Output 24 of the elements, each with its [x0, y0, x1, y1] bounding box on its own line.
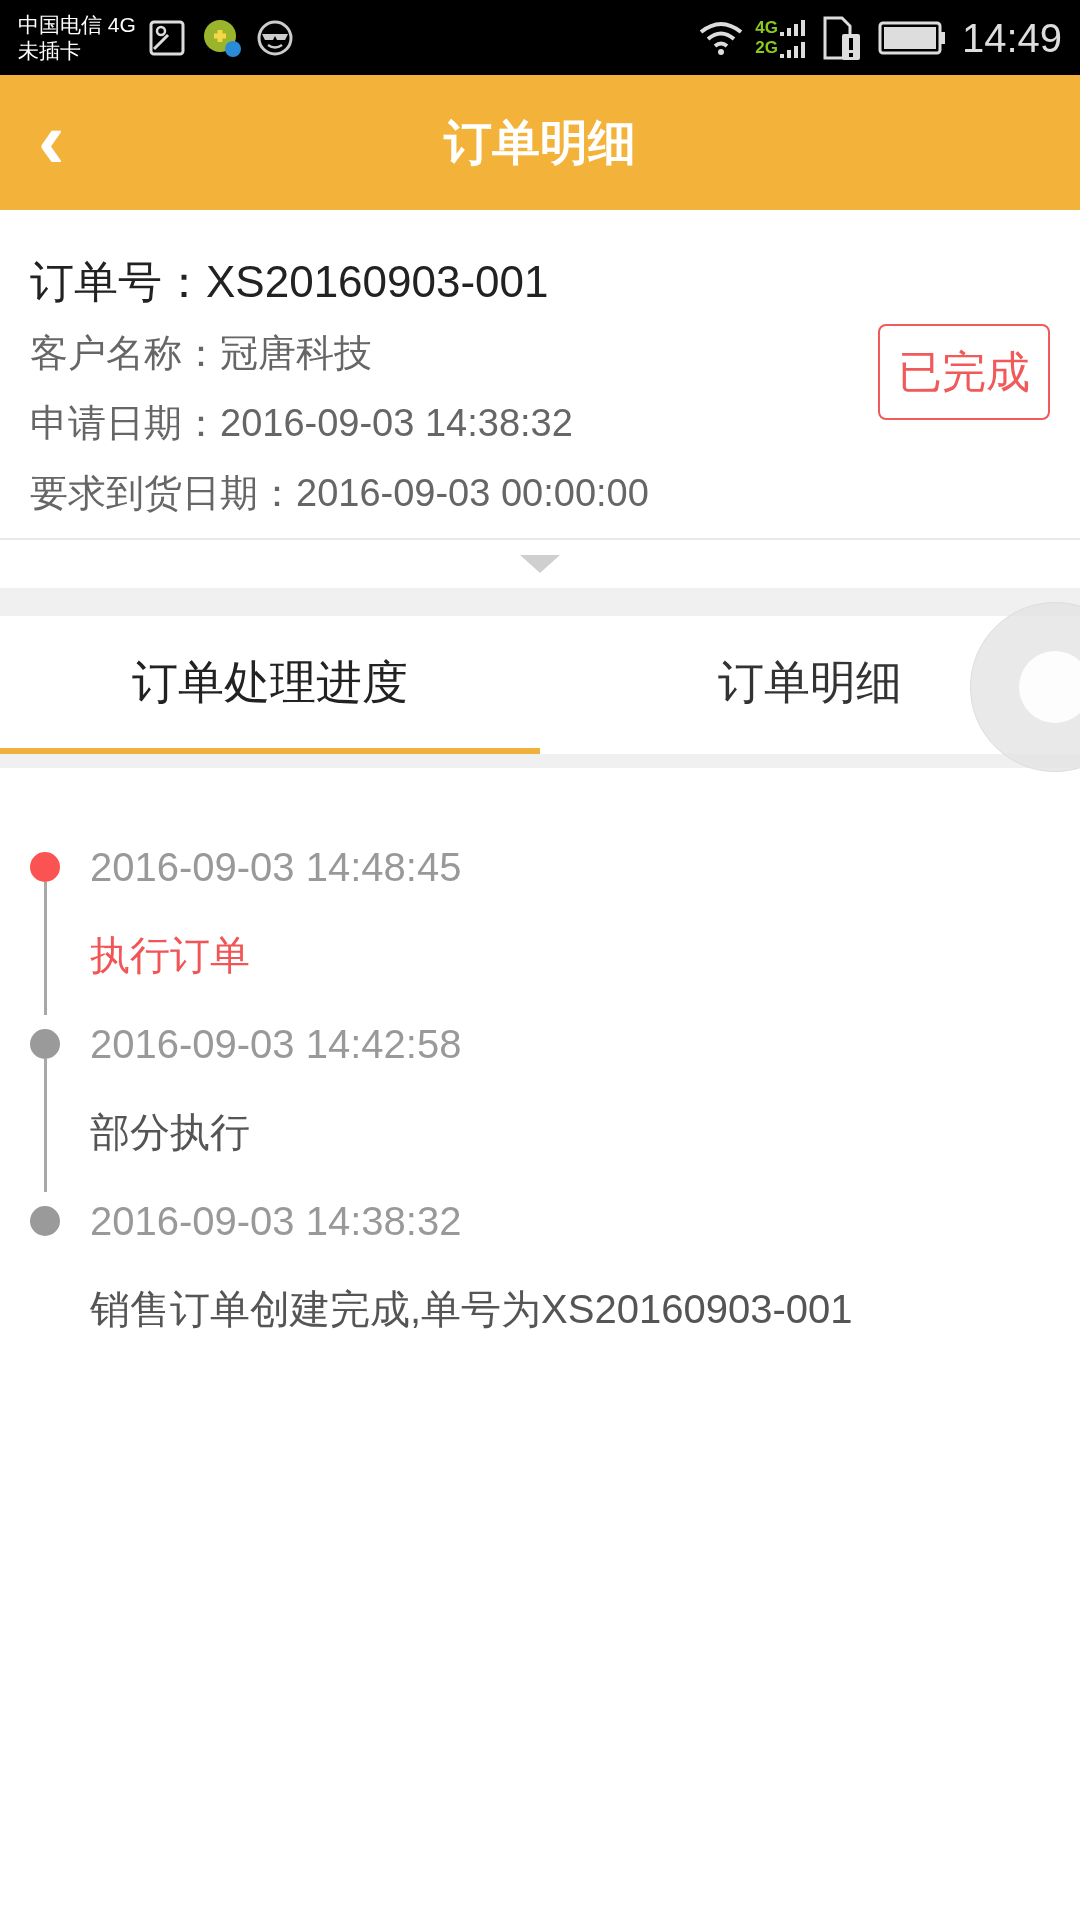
tab[interactable]: 订单明细	[718, 637, 902, 727]
timeline-time: 2016-09-03 14:48:45	[90, 844, 462, 891]
network-type-text: 2G	[755, 37, 778, 58]
expand-caret-icon[interactable]	[520, 555, 560, 573]
status-badge: 已完成	[878, 324, 1050, 420]
order-field-text: 申请日期：2016-09-03 14:38:32	[30, 401, 573, 446]
carrier-text: 中国电信 4G	[18, 11, 136, 38]
image-icon	[147, 18, 186, 57]
order-field-text: 客户名称：冠唐科技	[30, 331, 372, 376]
order-field-text: 要求到货日期：2016-09-03 00:00:00	[30, 471, 649, 516]
timeline-time: 2016-09-03 14:42:58	[90, 1021, 462, 1068]
tab[interactable]: 订单处理进度	[132, 637, 408, 727]
clock-text: 14:49	[961, 14, 1062, 62]
sim-status-text: 未插卡	[18, 37, 82, 64]
timeline-event-text: 部分执行	[90, 1109, 251, 1156]
network-type-text: 4G	[755, 17, 778, 38]
timeline-event-text: 执行订单	[90, 932, 251, 979]
smiley-sunglasses-icon	[255, 18, 294, 57]
timeline-time: 2016-09-03 14:38:32	[90, 1198, 463, 1245]
plus-badge-icon	[201, 17, 242, 58]
timeline-event-text: 销售订单创建完成,单号为XS20160903-001	[90, 1286, 853, 1333]
order-number-text: 订单号：XS20160903-001	[30, 256, 549, 308]
page-title: 订单明细	[444, 114, 636, 171]
battery-icon	[877, 20, 946, 55]
